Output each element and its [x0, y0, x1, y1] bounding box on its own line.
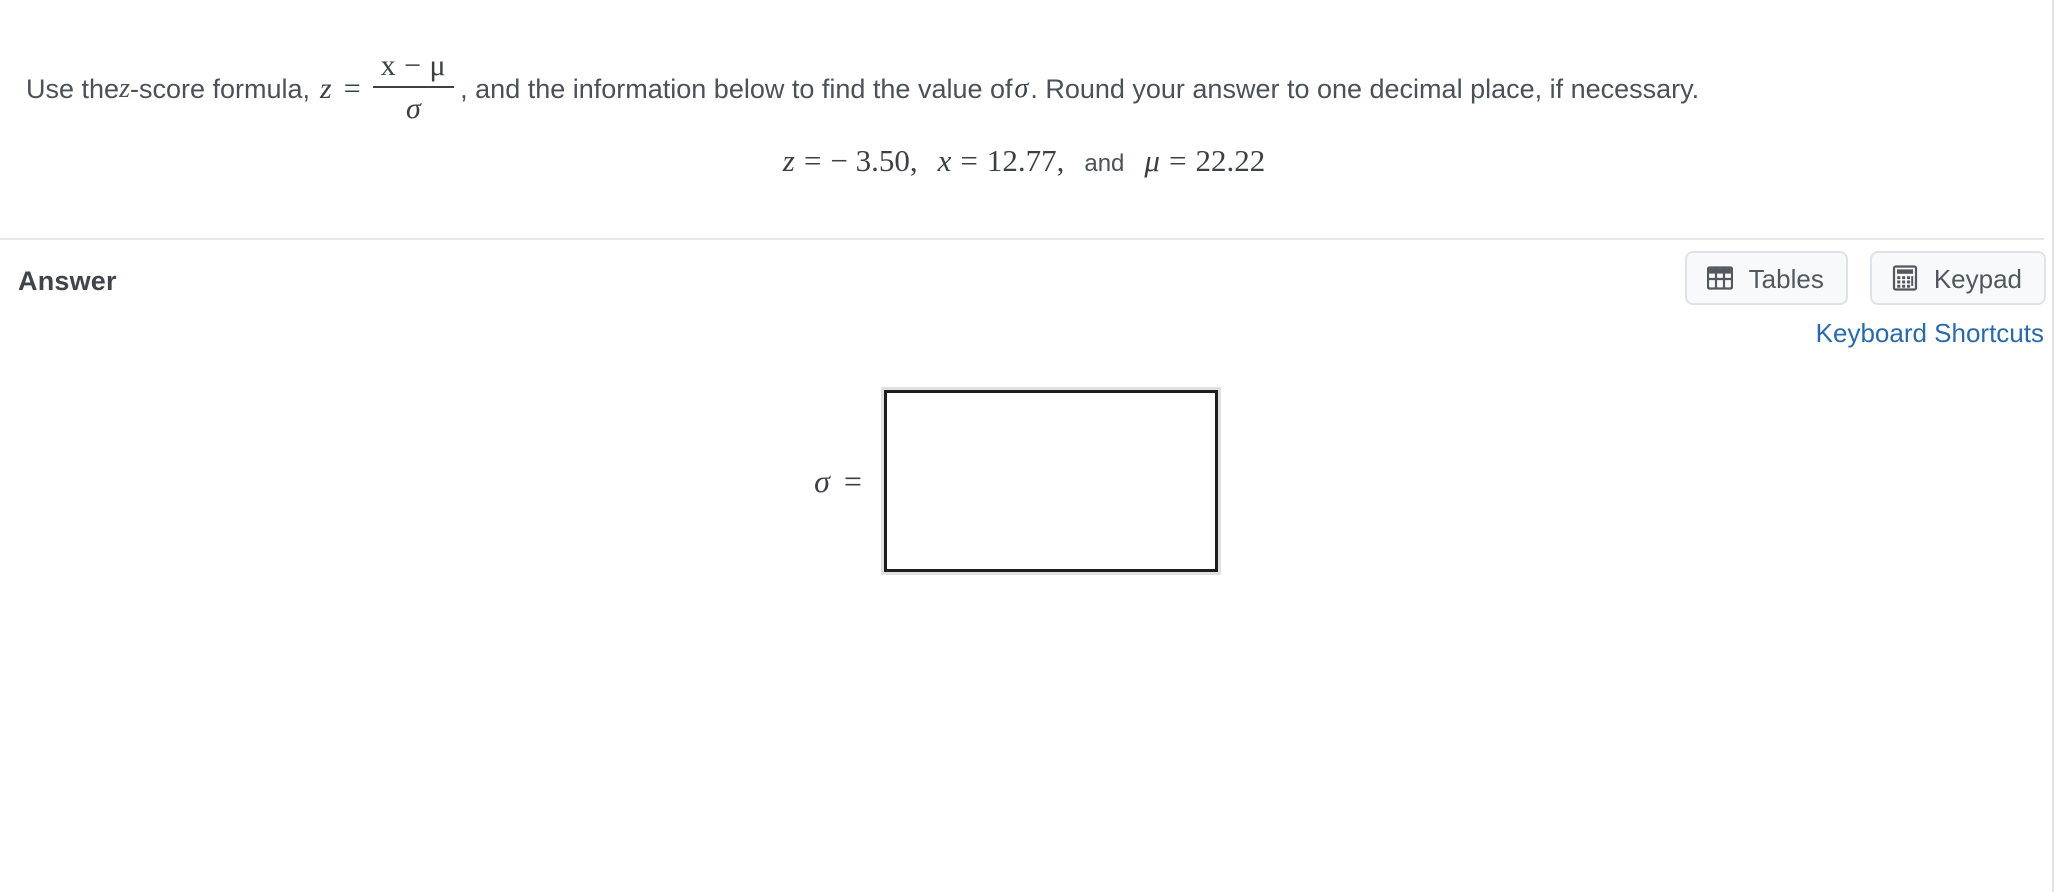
sigma-symbol-inline: σ — [1014, 72, 1029, 104]
question-prefix: Use the — [26, 73, 120, 104]
tables-button[interactable]: Tables — [1684, 251, 1848, 305]
keyboard-shortcuts-link[interactable]: Keyboard Shortcuts — [1816, 318, 2044, 349]
sigma-result-label: σ — [814, 462, 830, 499]
fraction-numerator: x − μ — [380, 49, 447, 82]
fraction-denominator: σ — [406, 92, 421, 125]
formula-variable: z — [320, 71, 332, 105]
fraction: x − μ σ — [372, 49, 455, 126]
sigma-result-equals: = — [843, 462, 862, 499]
question-suffix: . Round your answer to one decimal place… — [1030, 73, 1700, 104]
table-icon — [1706, 266, 1733, 290]
given-x-label: x — [937, 143, 952, 178]
given-mu-label: μ — [1144, 143, 1160, 178]
question-page: Use the z -score formula, z = x − μ σ , a… — [0, 0, 2054, 892]
given-mu-value: 22.22 — [1195, 143, 1266, 178]
question-after-z: -score formula, — [129, 73, 311, 104]
given-x-value: 12.77, — [986, 143, 1065, 178]
keypad-button-label: Keypad — [1933, 264, 2022, 294]
given-z-value: − 3.50, — [830, 143, 918, 178]
given-z-equals: = — [803, 143, 822, 178]
given-conjunction: and — [1084, 150, 1125, 177]
question-middle: , and the information below to find the … — [460, 73, 1013, 104]
tables-button-label: Tables — [1748, 264, 1824, 294]
z-symbol-inline: z — [119, 72, 130, 104]
answer-heading: Answer — [18, 266, 117, 296]
given-z-label: z — [782, 143, 795, 178]
formula-equals: = — [343, 71, 361, 105]
section-divider — [0, 238, 2044, 240]
keypad-button[interactable]: Keypad — [1869, 251, 2046, 305]
given-mu-equals: = — [1168, 143, 1187, 178]
answer-input-region: σ = — [0, 390, 2048, 572]
given-values-line: z = − 3.50, x = 12.77, and μ = 22.22 — [0, 143, 2048, 179]
answer-input-box[interactable] — [883, 390, 1218, 572]
question-statement: Use the z -score formula, z = x − μ σ , a… — [26, 49, 1700, 127]
given-x-equals: = — [960, 143, 978, 178]
calculator-icon — [1892, 265, 1918, 291]
zscore-formula: z = x − μ σ — [320, 49, 455, 127]
answer-equation-row: σ = — [814, 390, 1218, 572]
answer-toolbar: Tables Keypad — [1684, 251, 2046, 305]
